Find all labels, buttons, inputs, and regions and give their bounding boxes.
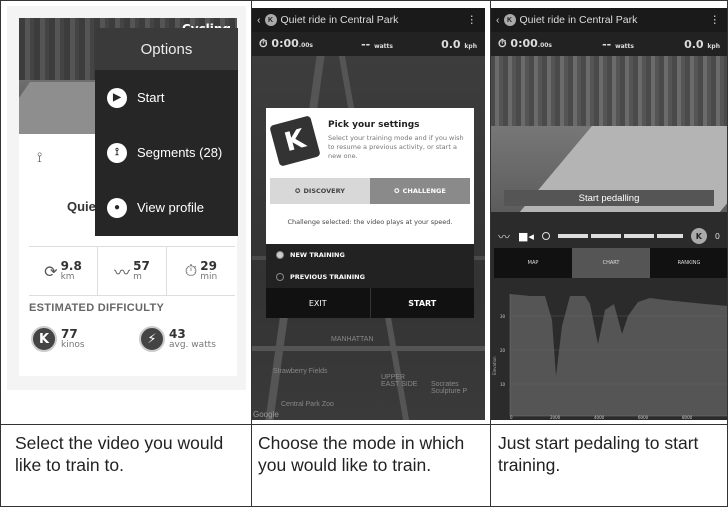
training-screen: ‹ K Quiet ride in Central Park ⋮ ⏱ 0:00.…	[490, 8, 728, 420]
option-previous-training[interactable]: PREVIOUS TRAINING	[266, 266, 474, 288]
y-axis-label: Elevation	[492, 356, 497, 375]
ride-title: Quiet ride in Central Park	[280, 14, 399, 26]
menu-item-view-profile[interactable]: ● View profile	[95, 180, 238, 235]
play-icon: ▶	[107, 87, 127, 108]
time-metric: ⏱ 0:00.00s	[498, 37, 552, 50]
caption-step-1: Select the video you would like to train…	[15, 433, 224, 475]
ride-title: Quiet ride in Central Park	[519, 14, 638, 26]
tab-discovery[interactable]: ✪ DISCOVERY	[270, 178, 370, 204]
kinos-count: 0	[714, 231, 720, 241]
segments-icon: ⟟	[37, 150, 43, 166]
title-bar: ‹ K Quiet ride in Central Park ⋮	[490, 8, 728, 32]
x-tick: 2000	[550, 415, 561, 420]
ride-video[interactable]	[490, 56, 728, 212]
elevation-icon: 〰	[114, 263, 131, 282]
watts-metric: -- watts	[602, 37, 634, 51]
map-label: MANHATTAN	[331, 336, 374, 343]
exit-button[interactable]: EXIT	[266, 288, 371, 318]
segments-icon: ⟟	[107, 142, 127, 163]
y-tick: 20	[500, 348, 506, 353]
video-detail-screen: Cycling ⟟ Quiet Options ▶ Start ⟟ Segmen…	[7, 6, 246, 390]
progress-handle[interactable]	[541, 232, 550, 240]
kinos-icon: K	[31, 326, 57, 352]
overflow-menu-icon[interactable]: ⋮	[467, 14, 478, 26]
menu-item-segments[interactable]: ⟟ Segments (28)	[95, 125, 238, 180]
ride-stats: ⟳ 9.8 km 〰 57 m ⏱ 29 min	[29, 246, 235, 296]
tab-map[interactable]: MAP	[494, 248, 572, 278]
camera-icon[interactable]: ■◂	[518, 230, 534, 243]
overflow-menu-icon[interactable]: ⋮	[710, 14, 721, 26]
stat-duration: ⏱ 29 min	[184, 258, 218, 282]
metrics-bar: ⏱ 0:00.00s -- watts 0.0 kph	[251, 32, 485, 56]
stat-distance: ⟳ 9.8 km	[29, 247, 98, 295]
speed-metric: 0.0 kph	[684, 37, 720, 51]
back-icon[interactable]: ‹	[257, 14, 261, 26]
dialog-description: Select your training mode and if you wis…	[328, 134, 464, 160]
speed-metric: 0.0 kph	[441, 37, 477, 51]
training-options: NEW TRAINING PREVIOUS TRAINING	[266, 244, 474, 288]
kinos-difficulty: K 77 kinos	[31, 326, 85, 352]
dialog-title: Pick your settings	[328, 120, 420, 130]
map-attribution: Google	[253, 410, 279, 419]
y-tick: 10	[500, 382, 506, 387]
dialog-actions: EXIT START	[266, 288, 474, 318]
option-new-training[interactable]: NEW TRAINING	[266, 244, 474, 266]
progress-track[interactable]	[557, 234, 683, 238]
elevation-icon: 〰	[498, 229, 511, 244]
watts-difficulty: ⚡ 43 avg. watts	[139, 326, 216, 352]
star-icon: ✪	[295, 187, 301, 195]
mode-selected-text: Challenge selected: the video plays at y…	[287, 218, 453, 226]
options-menu: Options ▶ Start ⟟ Segments (28) ● View p…	[95, 28, 238, 236]
app-logo-icon: K	[269, 115, 321, 167]
pick-settings-dialog: K Pick your settings Select your trainin…	[266, 108, 474, 318]
lightning-icon: ⚡	[139, 326, 165, 352]
tab-challenge[interactable]: ✪ CHALLENGE	[370, 178, 470, 204]
trophy-icon: ✪	[394, 187, 400, 195]
app-logo-icon: K	[503, 14, 516, 26]
settings-screen: ‹ K Quiet ride in Central Park ⋮ ⏱ 0:00.…	[251, 8, 485, 420]
view-tabs: MAP CHART RANKING	[494, 248, 728, 278]
elevation-chart: Elevation 30 20 10 0 2000 4000 6000 8000	[490, 280, 728, 420]
x-tick: 8000	[682, 415, 693, 420]
options-menu-title: Options	[95, 28, 238, 70]
distance-icon: ⟳	[44, 261, 58, 281]
estimated-difficulty-label: ESTIMATED DIFFICULTY	[29, 302, 165, 314]
back-icon[interactable]: ‹	[496, 14, 500, 26]
watts-metric: -- watts	[361, 37, 393, 51]
mode-tabs: ✪ DISCOVERY ✪ CHALLENGE	[270, 178, 470, 204]
start-pedalling-banner: Start pedalling	[504, 190, 714, 206]
time-metric: ⏱ 0:00.00s	[259, 37, 313, 50]
y-tick: 30	[500, 314, 506, 319]
stopwatch-icon: ⏱	[184, 261, 198, 280]
tab-ranking[interactable]: RANKING	[650, 248, 728, 278]
stat-elevation: 〰 57 m	[98, 247, 167, 295]
x-tick: 4000	[594, 415, 605, 420]
map-label: Central Park Zoo	[281, 401, 334, 408]
kinos-icon: K	[690, 228, 707, 244]
tab-chart[interactable]: CHART	[572, 248, 650, 278]
stopwatch-icon: ⏱	[498, 37, 511, 50]
menu-item-start[interactable]: ▶ Start	[95, 70, 238, 125]
three-panel-figure: Cycling ⟟ Quiet Options ▶ Start ⟟ Segmen…	[0, 0, 728, 507]
title-bar: ‹ K Quiet ride in Central Park ⋮	[251, 8, 485, 32]
caption-step-2: Choose the mode in which you would like …	[258, 433, 465, 475]
app-logo-icon: K	[264, 14, 277, 26]
radio-icon	[276, 273, 284, 281]
map-label: Strawberry Fields	[273, 368, 328, 375]
start-button[interactable]: START	[371, 288, 475, 318]
map-label: Socrates Sculpture P	[431, 381, 468, 395]
radio-selected-icon	[276, 251, 284, 259]
stopwatch-icon: ⏱	[259, 37, 272, 50]
caption-step-3: Just start pedaling to start training.	[498, 433, 699, 475]
user-icon: ●	[107, 197, 127, 218]
map-label: UPPER EAST SIDE	[381, 374, 418, 388]
x-tick: 6000	[638, 415, 649, 420]
metrics-bar: ⏱ 0:00.00s -- watts 0.0 kph	[490, 32, 728, 56]
